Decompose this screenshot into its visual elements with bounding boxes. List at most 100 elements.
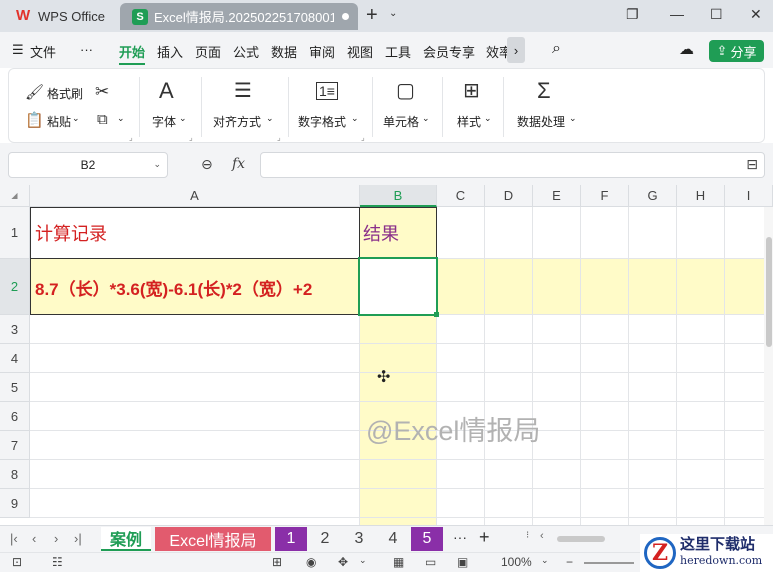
menu-data[interactable]: 数据 — [271, 42, 297, 61]
sheet-tab-4[interactable]: 4 — [377, 527, 409, 551]
font-dialog-launcher-icon[interactable]: ⌟ — [189, 133, 193, 142]
zoom-out-button[interactable]: − — [566, 555, 573, 569]
fx-icon[interactable]: fx — [232, 156, 245, 172]
column-header-b[interactable]: B — [360, 185, 437, 207]
sheet-tab-excel-info[interactable]: Excel情报局 — [155, 527, 271, 551]
column-header-a[interactable]: A — [30, 185, 360, 207]
menu-member[interactable]: 会员专享 — [423, 42, 475, 61]
vertical-scrollbar[interactable] — [764, 207, 773, 525]
cell-b1[interactable]: 结果 — [363, 207, 399, 259]
cell-a1[interactable]: 计算记录 — [35, 207, 107, 259]
page-break-view-icon[interactable]: ▣ — [457, 555, 468, 569]
data-processing-button[interactable]: 数据处理 — [517, 113, 565, 130]
cell-a2[interactable]: 8.7（长）*3.6(宽)-6.1(长)*2（宽）+2 — [35, 259, 312, 315]
row-header-5[interactable]: 5 — [0, 373, 30, 402]
row-header-1[interactable]: 1 — [0, 207, 30, 259]
menu-tools[interactable]: 工具 — [385, 42, 411, 61]
hscroll-split-icon[interactable]: ⁝ — [526, 530, 529, 541]
column-header-f[interactable]: F — [581, 185, 629, 207]
first-sheet-button[interactable]: |‹ — [10, 531, 18, 546]
zoom-search-icon[interactable]: ⊖ — [201, 156, 213, 173]
hamburger-menu-icon[interactable]: ☰ — [12, 42, 24, 58]
last-sheet-button[interactable]: ›| — [74, 531, 82, 546]
alignment-chevron-icon[interactable]: ⌄ — [266, 113, 274, 124]
menu-review[interactable]: 审阅 — [309, 42, 335, 61]
next-sheet-button[interactable]: › — [54, 531, 58, 546]
number-format-button[interactable]: 数字格式 — [298, 113, 346, 130]
tab-list-chevron-icon[interactable]: ⌄ — [389, 8, 397, 19]
column-header-d[interactable]: D — [485, 185, 533, 207]
row-header-6[interactable]: 6 — [0, 402, 30, 431]
fill-handle[interactable] — [434, 312, 439, 317]
zoom-level[interactable]: 100% — [501, 555, 532, 569]
font-chevron-icon[interactable]: ⌄ — [179, 113, 187, 124]
minimize-button[interactable]: — — [670, 6, 684, 22]
cloud-sync-icon[interactable]: ☁ — [679, 40, 694, 58]
reading-mode-chevron-icon[interactable]: ⌄ — [359, 555, 367, 566]
formula-input[interactable]: ⊟ — [260, 152, 765, 178]
normal-view-icon[interactable]: ▦ — [393, 555, 404, 569]
row-header-9[interactable]: 9 — [0, 489, 30, 518]
search-icon[interactable]: ⌕ — [552, 40, 561, 58]
column-header-i[interactable]: I — [725, 185, 773, 207]
expand-formula-icon[interactable]: ⊟ — [746, 156, 758, 173]
align-icon[interactable]: ☰ — [234, 81, 252, 101]
clipboard-dialog-launcher-icon[interactable]: ⌟ — [129, 133, 133, 142]
data-processing-chevron-icon[interactable]: ⌄ — [569, 113, 577, 124]
sheet-tab-2[interactable]: 2 — [309, 527, 341, 551]
menu-page[interactable]: 页面 — [195, 42, 221, 61]
add-sheet-button[interactable]: + — [479, 527, 490, 548]
new-tab-button[interactable]: + — [366, 4, 378, 27]
style-icon[interactable]: ⊞ — [463, 81, 480, 101]
eye-protection-icon[interactable]: ◉ — [306, 555, 316, 569]
font-icon[interactable]: A — [159, 80, 174, 102]
maximize-button[interactable]: ☐ — [710, 6, 723, 23]
zoom-chevron-icon[interactable]: ⌄ — [541, 555, 549, 566]
column-header-h[interactable]: H — [677, 185, 725, 207]
column-header-c[interactable]: C — [437, 185, 485, 207]
number-format-dialog-launcher-icon[interactable]: ⌟ — [361, 133, 365, 142]
menu-home[interactable]: 开始 — [119, 42, 145, 61]
page-layout-view-icon[interactable]: ▭ — [425, 555, 436, 569]
alignment-button[interactable]: 对齐方式 — [213, 113, 261, 130]
reading-mode-icon[interactable]: ✥ — [338, 555, 348, 569]
restore-window-button[interactable]: ❐ — [626, 6, 639, 23]
more-sheets-button[interactable]: ··· — [453, 529, 467, 545]
name-box-chevron-icon[interactable]: ⌄ — [153, 159, 161, 170]
number-format-icon[interactable]: 1≡ — [316, 82, 338, 100]
sheet-tab-case[interactable]: 案例 — [101, 527, 151, 551]
vertical-scroll-thumb[interactable] — [766, 237, 772, 347]
sheet-tab-1[interactable]: 1 — [275, 527, 307, 551]
sheet-tab-5[interactable]: 5 — [411, 527, 443, 551]
sheet-tab-3[interactable]: 3 — [343, 527, 375, 551]
horizontal-scroll-thumb[interactable] — [557, 536, 605, 542]
row-header-7[interactable]: 7 — [0, 431, 30, 460]
select-all-corner[interactable]: ◢ — [0, 185, 30, 207]
alignment-dialog-launcher-icon[interactable]: ⌟ — [277, 133, 281, 142]
paste-icon[interactable]: 📋 — [25, 111, 44, 131]
column-header-e[interactable]: E — [533, 185, 581, 207]
sum-icon[interactable]: Σ — [537, 80, 551, 102]
share-button[interactable]: ⇪ 分享 — [709, 40, 764, 62]
prev-sheet-button[interactable]: ‹ — [32, 531, 36, 546]
close-button[interactable]: ✕ — [750, 6, 762, 23]
row-header-8[interactable]: 8 — [0, 460, 30, 489]
format-painter-button[interactable]: 格式刷 — [47, 85, 83, 102]
format-painter-icon[interactable]: 🖌 — [25, 83, 44, 103]
menu-formulas[interactable]: 公式 — [233, 42, 259, 61]
hscroll-left-button[interactable]: ‹ — [540, 530, 544, 542]
cell-b2-selected[interactable] — [358, 257, 438, 316]
paste-button[interactable]: 粘贴 — [47, 113, 71, 130]
style-button[interactable]: 样式 — [457, 113, 481, 130]
style-chevron-icon[interactable]: ⌄ — [484, 113, 492, 124]
zoom-slider-track[interactable] — [584, 562, 634, 564]
name-box[interactable]: B2 ⌄ — [8, 152, 168, 178]
row-header-2[interactable]: 2 — [0, 259, 30, 315]
menu-file[interactable]: 文件 — [30, 42, 56, 61]
menu-more[interactable]: ··· — [80, 42, 93, 57]
copy-icon[interactable]: ⧉ — [97, 110, 108, 130]
row-header-3[interactable]: 3 — [0, 315, 30, 344]
wps-home-tab[interactable]: W WPS Office — [6, 4, 112, 28]
paste-chevron-icon[interactable]: ⌄ — [72, 113, 80, 124]
document-tab[interactable]: S Excel情报局.202502251708001 — [120, 3, 358, 30]
